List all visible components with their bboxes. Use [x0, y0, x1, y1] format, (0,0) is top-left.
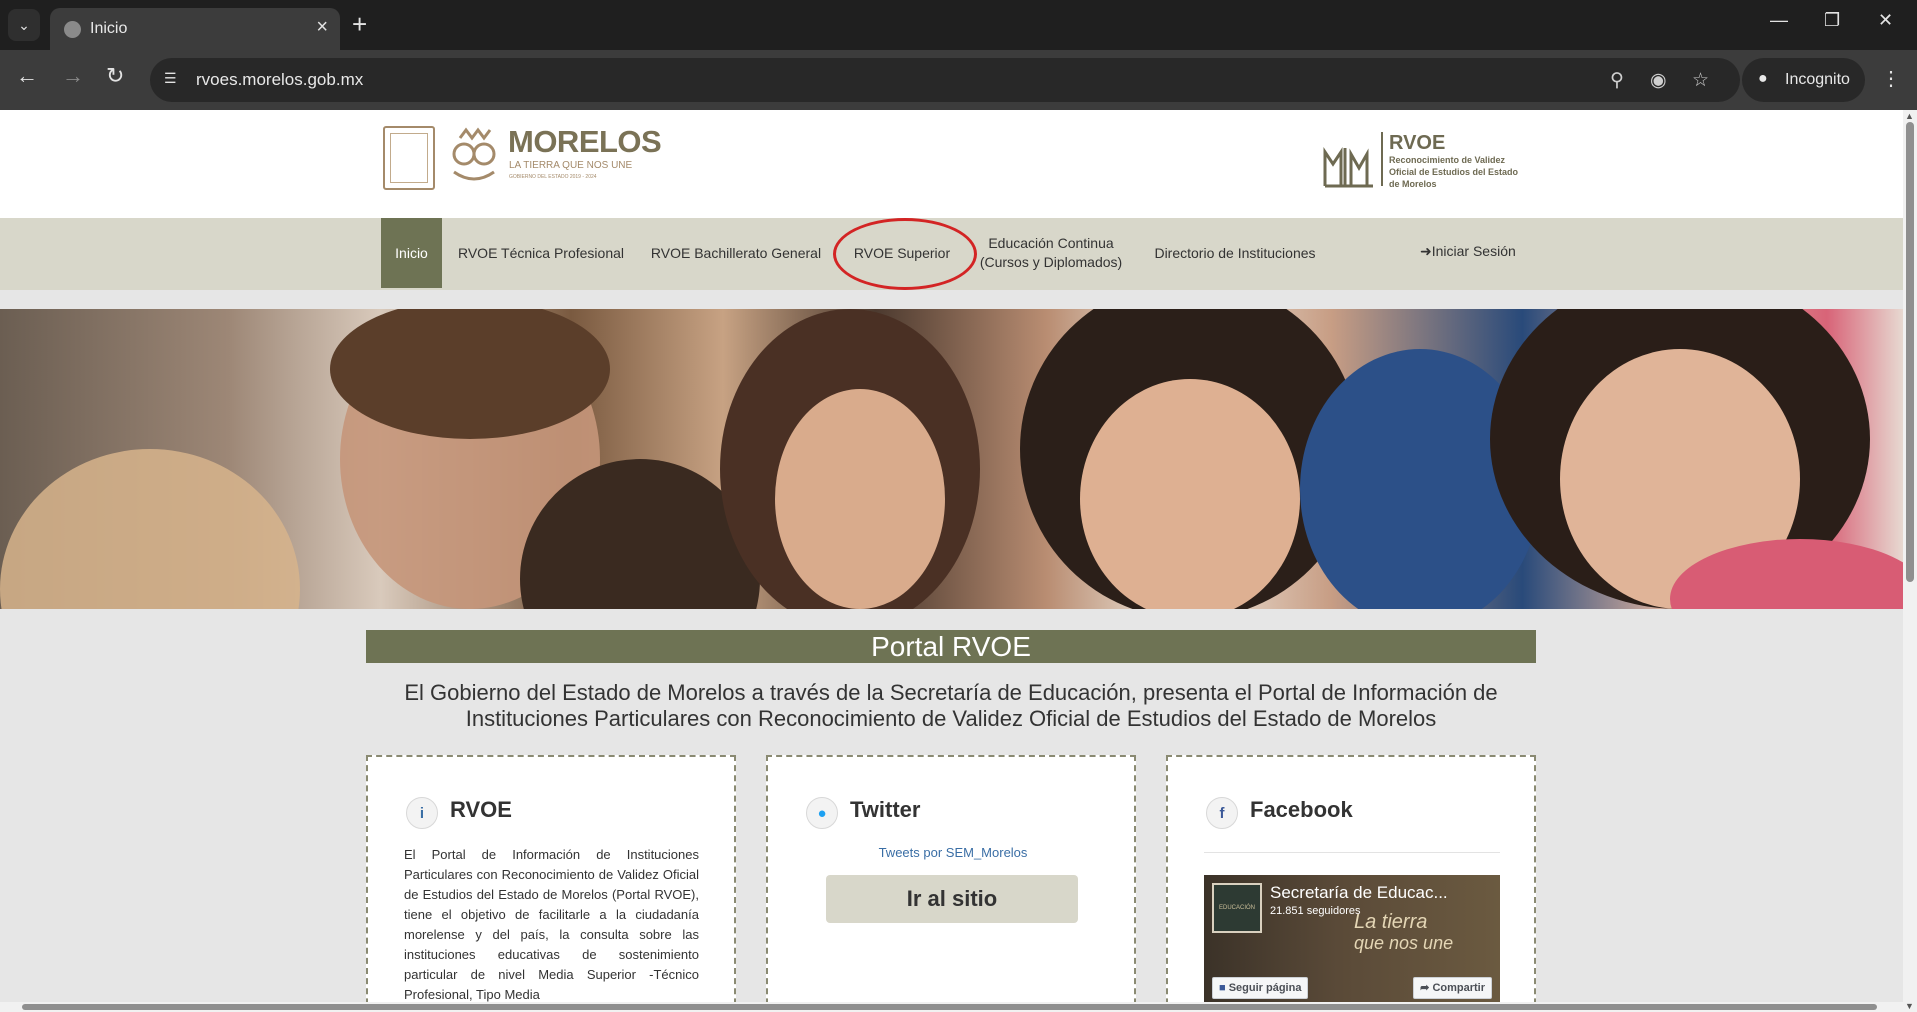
- rvoe-logo-divider: [1381, 132, 1383, 186]
- forward-button[interactable]: →: [62, 64, 84, 88]
- morelos-small-text: GOBIERNO DEL ESTADO 2019 - 2024: [509, 174, 597, 180]
- twitter-card: ● Twitter Tweets por SEM_Morelos Ir al s…: [766, 755, 1136, 1012]
- tab-title: Inicio: [90, 20, 128, 37]
- browser-tab[interactable]: Inicio ×: [50, 8, 340, 50]
- share-label: Compartir: [1432, 982, 1485, 994]
- address-bar[interactable]: ☰ rvoes.morelos.gob.mx ⚲ ◉ ☆: [150, 58, 1740, 102]
- rvoe-logo[interactable]: RVOE Reconocimiento de Validez Oficial d…: [1323, 132, 1523, 198]
- scrollbar-thumb[interactable]: [1906, 122, 1914, 582]
- bookmark-star-icon[interactable]: ☆: [1692, 69, 1709, 92]
- hero-photo-shapes: [0, 309, 1903, 609]
- morelos-tagline: LA TIERRA QUE NOS UNE: [509, 160, 633, 171]
- nav-inicio[interactable]: Inicio: [381, 218, 442, 288]
- facebook-followers: 21.851 seguidores: [1270, 905, 1361, 917]
- morelos-emblem-icon: [452, 127, 496, 181]
- rvoe-card-title: RVOE: [450, 797, 512, 822]
- follow-page-button[interactable]: ■ Seguir página: [1212, 977, 1309, 999]
- state-seal-logo: [383, 126, 435, 190]
- globe-icon: [64, 21, 81, 38]
- browser-tab-strip: ⌄ Inicio × + — ❐ ✕: [0, 0, 1917, 50]
- vertical-scrollbar[interactable]: ▲ ▼: [1903, 110, 1917, 1012]
- rvoe-card: i RVOE El Portal de Información de Insti…: [366, 755, 736, 1012]
- facebook-divider: [1204, 852, 1500, 853]
- back-button[interactable]: ←: [16, 64, 38, 88]
- nav-educacion-continua[interactable]: Educación Continua (Cursos y Diplomados): [976, 218, 1126, 288]
- site-info-icon[interactable]: ☰: [164, 70, 184, 90]
- horizontal-scrollbar[interactable]: [0, 1002, 1903, 1012]
- zoom-icon[interactable]: ⚲: [1610, 69, 1624, 92]
- sign-in-icon: ➜: [1420, 243, 1432, 259]
- tweets-link[interactable]: Tweets por SEM_Morelos: [768, 845, 1138, 860]
- twitter-card-title: Twitter: [850, 797, 921, 822]
- main-navigation: Inicio RVOE Técnica Profesional RVOE Bac…: [0, 218, 1903, 290]
- nav-rvoe-bachillerato-general[interactable]: RVOE Bachillerato General: [644, 218, 828, 288]
- incognito-icon: ●: [1758, 70, 1768, 87]
- nav-rvoe-tecnica-profesional[interactable]: RVOE Técnica Profesional: [446, 218, 636, 288]
- info-icon: i: [406, 797, 438, 829]
- new-tab-button[interactable]: +: [352, 10, 367, 38]
- scroll-down-arrow-icon[interactable]: ▼: [1905, 1001, 1914, 1011]
- facebook-page-name[interactable]: Secretaría de Educac...: [1270, 883, 1490, 903]
- scroll-up-arrow-icon[interactable]: ▲: [1905, 111, 1914, 121]
- intro-text: El Gobierno del Estado de Morelos a trav…: [404, 680, 1498, 731]
- web-page: MORELOS LA TIERRA QUE NOS UNE GOBIERNO D…: [0, 110, 1903, 1012]
- nav-directorio-instituciones[interactable]: Directorio de Instituciones: [1140, 218, 1330, 288]
- portal-title: Portal RVOE: [366, 630, 1536, 663]
- restore-button[interactable]: ❐: [1824, 10, 1840, 31]
- morelos-wordmark: MORELOS: [508, 124, 662, 159]
- url-text: rvoes.morelos.gob.mx: [196, 70, 364, 89]
- eye-slash-icon[interactable]: ◉: [1650, 69, 1667, 92]
- facebook-cover-slogan-1: La tierra: [1354, 911, 1428, 933]
- close-window-button[interactable]: ✕: [1878, 10, 1893, 31]
- site-header: MORELOS LA TIERRA QUE NOS UNE GOBIERNO D…: [0, 110, 1903, 218]
- facebook-cover-slogan-2: que nos une: [1354, 933, 1454, 953]
- browser-menu-icon[interactable]: ⋮: [1881, 66, 1901, 91]
- incognito-label: Incognito: [1785, 71, 1850, 88]
- facebook-card: f Facebook EDUCACIÓN Secretaría de Educa…: [1166, 755, 1536, 1012]
- nav-rvoe-superior[interactable]: RVOE Superior: [842, 218, 962, 288]
- rvoe-logo-subtitle: Reconocimiento de Validez Oficial de Est…: [1389, 155, 1519, 189]
- facebook-card-title: Facebook: [1250, 797, 1353, 822]
- share-icon: ➦: [1420, 982, 1430, 994]
- facebook-page-widget[interactable]: EDUCACIÓN Secretaría de Educac... 21.851…: [1204, 875, 1500, 1005]
- minimize-button[interactable]: —: [1770, 10, 1788, 31]
- morelos-logo[interactable]: MORELOS LA TIERRA QUE NOS UNE GOBIERNO D…: [446, 124, 662, 194]
- reload-button[interactable]: ↻: [106, 64, 124, 88]
- facebook-icon: f: [1206, 797, 1238, 829]
- twitter-icon: ●: [806, 797, 838, 829]
- tab-search-button[interactable]: ⌄: [8, 9, 40, 41]
- incognito-indicator[interactable]: ● Incognito: [1742, 58, 1865, 102]
- follow-page-label: Seguir página: [1228, 982, 1302, 994]
- browser-toolbar: ← → ↻ ☰ rvoes.morelos.gob.mx ⚲ ◉ ☆ ● Inc…: [0, 50, 1917, 110]
- page-avatar: EDUCACIÓN: [1212, 883, 1262, 933]
- hero-banner-image: [0, 309, 1903, 609]
- facebook-small-icon: ■: [1219, 982, 1226, 994]
- login-link[interactable]: ➜Iniciar Sesión: [1420, 243, 1516, 260]
- share-button[interactable]: ➦ Compartir: [1413, 977, 1492, 999]
- rvoe-emblem-icon: [1323, 147, 1373, 188]
- rvoe-logo-title: RVOE: [1389, 132, 1446, 154]
- rvoe-card-body: El Portal de Información de Institucione…: [404, 847, 699, 1002]
- ir-al-sitio-button[interactable]: Ir al sitio: [826, 875, 1078, 923]
- close-tab-icon[interactable]: ×: [316, 16, 328, 39]
- login-label: Iniciar Sesión: [1431, 243, 1516, 259]
